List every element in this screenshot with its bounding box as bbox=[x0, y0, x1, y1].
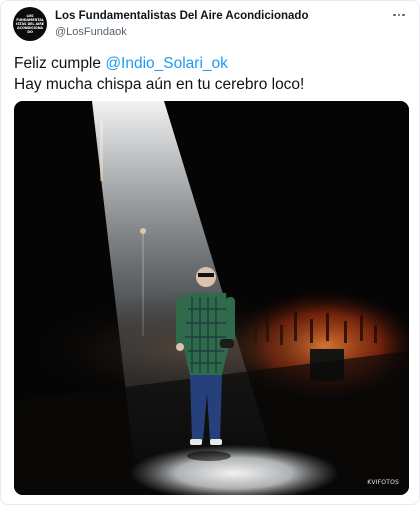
tweet-text-prefix: Feliz cumple bbox=[14, 55, 106, 72]
tweet-text-line-2: Hay mucha chispa aún en tu cerebro loco! bbox=[14, 76, 305, 93]
tweet-card[interactable]: LOS FUNDAMENTALISTAS DEL AIRE ACONDICION… bbox=[0, 0, 420, 505]
tweet-text-line-1: Feliz cumple @Indio_Solari_ok bbox=[14, 53, 409, 74]
tweet-photo[interactable]: KVIFOTOS bbox=[14, 101, 409, 495]
concert-photo-illustration bbox=[14, 101, 409, 495]
performer-shadow bbox=[187, 451, 231, 461]
tweet-header: LOS FUNDAMENTALISTAS DEL AIRE ACONDICION… bbox=[13, 7, 407, 43]
tweet-text: Feliz cumple @Indio_Solari_ok Hay mucha … bbox=[14, 53, 409, 95]
display-name[interactable]: Los Fundamentalistas Del Aire Acondicion… bbox=[55, 10, 308, 22]
user-handle[interactable]: @LosFundaok bbox=[55, 26, 127, 38]
more-horizontal-icon[interactable] bbox=[391, 9, 407, 21]
avatar[interactable]: LOS FUNDAMENTALISTAS DEL AIRE ACONDICION… bbox=[13, 7, 47, 41]
photo-credit: KVIFOTOS bbox=[367, 479, 399, 486]
avatar-logo-text: LOS FUNDAMENTALISTAS DEL AIRE ACONDICION… bbox=[16, 14, 44, 34]
mention-link[interactable]: @Indio_Solari_ok bbox=[105, 55, 228, 72]
